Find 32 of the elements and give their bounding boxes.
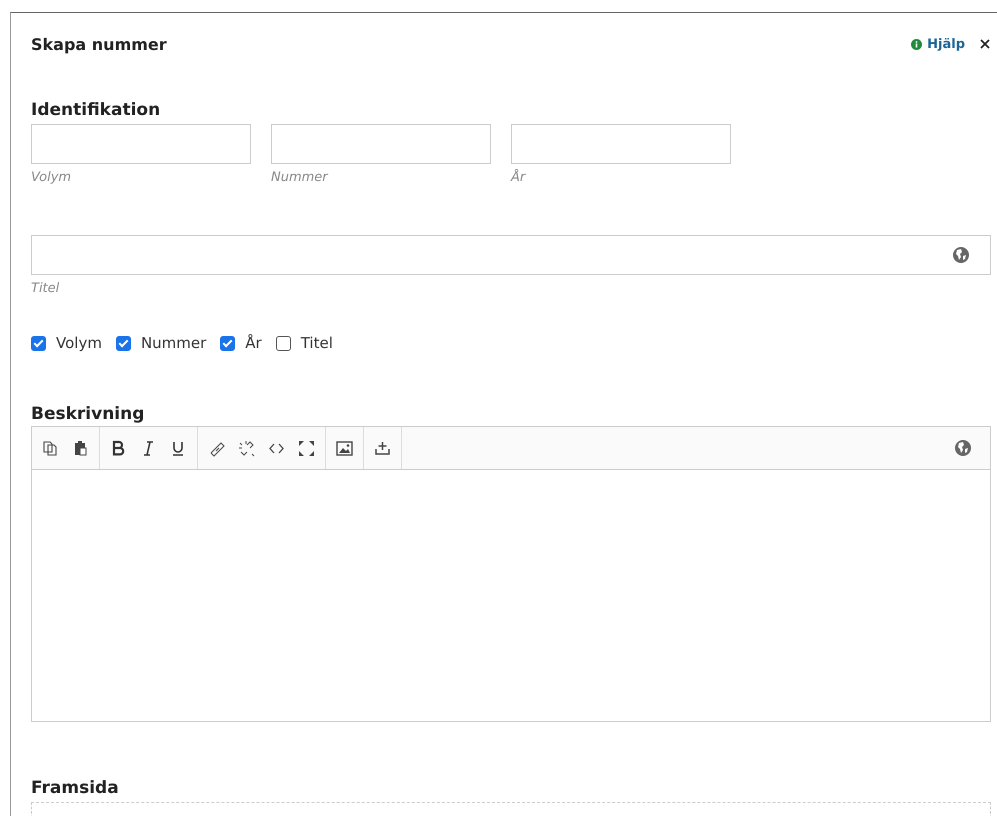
broken-link-icon[interactable] <box>238 440 255 456</box>
section-heading: Framsida <box>31 778 120 798</box>
globe-icon[interactable] <box>952 246 970 264</box>
checkbox-label: Nummer <box>140 334 206 352</box>
checkbox-label: Volym <box>56 334 102 352</box>
copy-icon[interactable] <box>42 440 59 456</box>
info-icon <box>911 38 922 50</box>
section-heading: Beskrivning <box>31 404 146 424</box>
checkbox-label: År <box>245 334 262 352</box>
field-label: Volym <box>31 170 72 185</box>
input-field[interactable] <box>31 124 251 164</box>
dialog-title: Skapa nummer <box>31 34 167 54</box>
checkbox[interactable] <box>220 336 236 350</box>
input-field[interactable] <box>31 235 991 275</box>
add-block-icon[interactable] <box>374 440 391 456</box>
section-heading: Identifikation <box>31 100 162 120</box>
bold-icon[interactable] <box>110 440 127 456</box>
paste-icon[interactable] <box>72 440 89 456</box>
field-label: Nummer <box>271 170 330 185</box>
globe-icon[interactable] <box>954 439 972 457</box>
field-label: År <box>511 170 527 185</box>
image-icon[interactable] <box>336 440 353 456</box>
input-field[interactable] <box>271 124 491 164</box>
checkbox[interactable] <box>116 336 131 350</box>
checkbox-label: Titel <box>300 334 333 352</box>
close-icon[interactable] <box>979 38 991 50</box>
input-field[interactable] <box>511 124 731 164</box>
field-label: Titel <box>31 281 60 296</box>
checkbox[interactable] <box>31 336 46 350</box>
help-link[interactable]: Hjälp <box>911 36 965 52</box>
checkbox[interactable] <box>276 336 291 350</box>
expand-icon[interactable] <box>298 440 315 456</box>
